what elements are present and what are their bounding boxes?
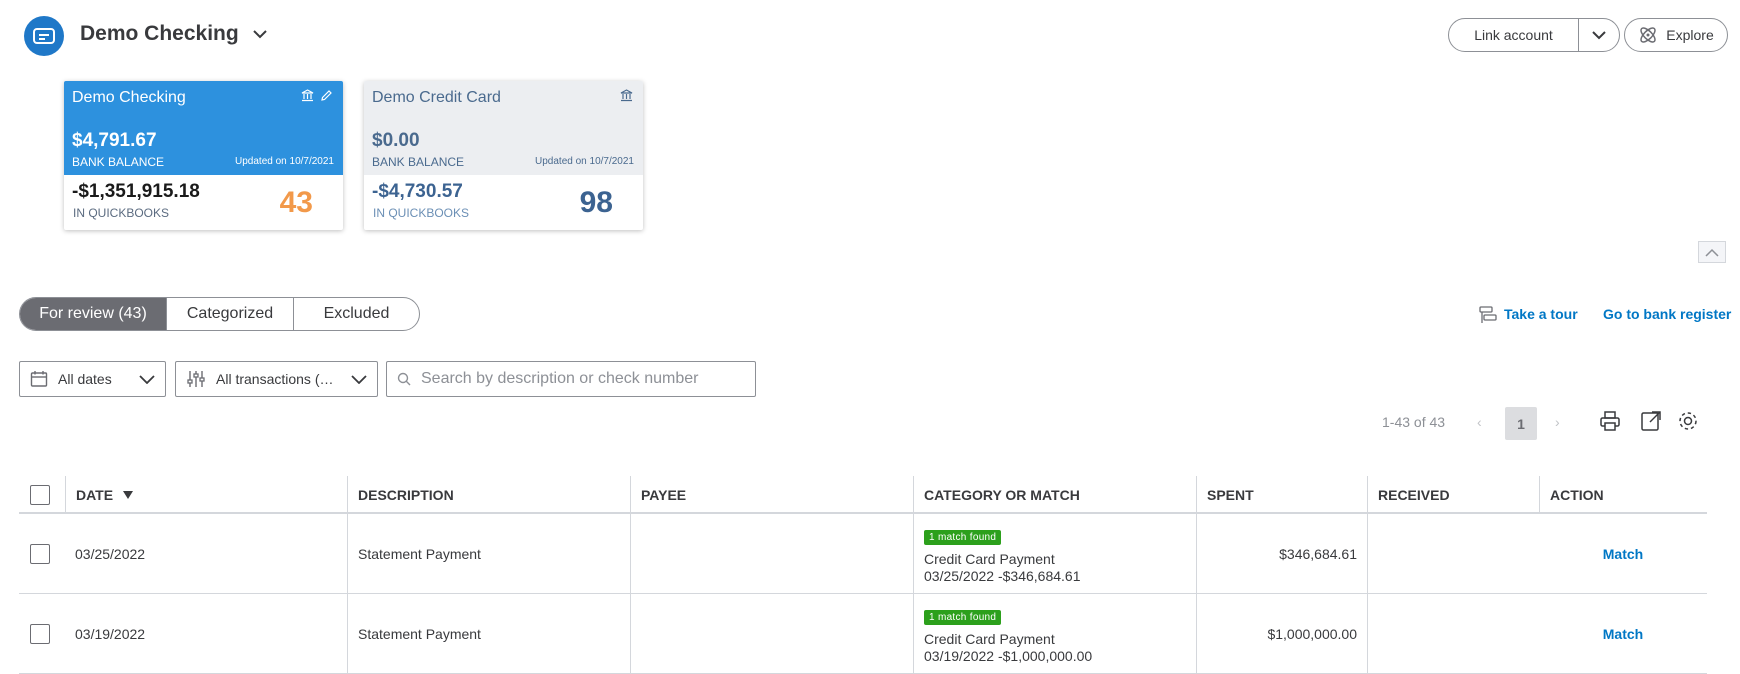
column-header-date[interactable]: DATE xyxy=(65,476,347,514)
spent-cell: $346,684.61 xyxy=(1196,514,1367,594)
date-filter[interactable]: All dates xyxy=(19,361,166,397)
select-all-cell xyxy=(19,476,65,514)
row-select-cell xyxy=(19,514,65,594)
take-a-tour-label: Take a tour xyxy=(1504,306,1578,322)
quickbooks-balance: -$4,730.57 xyxy=(372,181,463,202)
match-found-badge: 1 match found xyxy=(924,609,1002,625)
updated-date: Updated on 10/7/2021 xyxy=(535,156,634,167)
description-cell: Statement Payment xyxy=(347,514,630,594)
spent-cell: $1,000,000.00 xyxy=(1196,594,1367,674)
bank-balance: $4,791.67 xyxy=(72,130,157,151)
pencil-icon[interactable] xyxy=(320,89,333,102)
received-cell xyxy=(1367,514,1539,594)
column-header-category[interactable]: CATEGORY OR MATCH xyxy=(913,476,1196,514)
account-name: Demo Checking xyxy=(80,22,239,45)
calendar-icon xyxy=(30,370,48,388)
next-page-button[interactable]: › xyxy=(1555,414,1560,430)
column-header-received[interactable]: RECEIVED xyxy=(1367,476,1539,514)
card-header: Demo Credit Card $0.00 BANK BALANCE Upda… xyxy=(364,81,643,175)
explore-icon xyxy=(1638,25,1658,45)
review-count: 98 xyxy=(579,186,613,219)
card-account-name: Demo Credit Card xyxy=(372,89,501,106)
date-cell: 03/25/2022 xyxy=(75,546,146,562)
sliders-icon xyxy=(186,370,206,388)
description-cell: Statement Payment xyxy=(347,594,630,674)
row-checkbox[interactable] xyxy=(30,624,50,644)
received-cell xyxy=(1367,594,1539,674)
tab-excluded[interactable]: Excluded xyxy=(294,298,419,330)
export-icon[interactable] xyxy=(1640,410,1662,432)
link-account-group: Link account xyxy=(1448,18,1620,52)
take-a-tour-link[interactable]: Take a tour xyxy=(1478,304,1578,324)
bank-icon xyxy=(301,89,314,102)
match-found-badge: 1 match found xyxy=(924,529,1002,545)
transaction-filter-label: All transactions (… xyxy=(216,371,334,387)
review-count: 43 xyxy=(279,186,313,219)
tab-categorized[interactable]: Categorized xyxy=(167,298,294,330)
go-to-bank-register-link[interactable]: Go to bank register xyxy=(1603,306,1731,322)
table-row[interactable]: 03/25/2022 Statement Payment 1 match fou… xyxy=(19,514,1707,594)
account-selector[interactable]: Demo Checking xyxy=(80,22,267,46)
card-header: Demo Checking $4,791.67 BANK BALANCE Upd… xyxy=(64,81,343,175)
account-card-checking[interactable]: Demo Checking $4,791.67 BANK BALANCE Upd… xyxy=(64,81,343,230)
transactions-table: DATE DESCRIPTION PAYEE CATEGORY OR MATCH… xyxy=(19,476,1707,674)
chevron-down-icon xyxy=(252,29,267,39)
sort-down-icon xyxy=(123,491,134,499)
bank-account-icon xyxy=(24,16,64,56)
chevron-down-icon xyxy=(351,374,367,384)
print-icon[interactable] xyxy=(1599,410,1621,432)
page-number-1[interactable]: 1 xyxy=(1505,407,1537,440)
match-detail: 03/19/2022 -$1,000,000.00 xyxy=(924,647,1093,664)
match-action-button[interactable]: Match xyxy=(1539,594,1707,674)
search-input[interactable] xyxy=(421,370,741,388)
date-header-label: DATE xyxy=(76,487,114,503)
row-checkbox[interactable] xyxy=(30,544,50,564)
column-header-action: ACTION xyxy=(1539,476,1707,514)
quickbooks-balance: -$1,351,915.18 xyxy=(72,181,200,202)
quickbooks-label: IN QUICKBOOKS xyxy=(373,206,470,220)
column-header-description[interactable]: DESCRIPTION xyxy=(347,476,630,514)
match-title: Credit Card Payment xyxy=(924,550,1055,567)
bank-icon xyxy=(620,89,633,102)
category-match-cell[interactable]: 1 match found Credit Card Payment 03/19/… xyxy=(913,594,1196,674)
account-card-credit-card[interactable]: Demo Credit Card $0.00 BANK BALANCE Upda… xyxy=(364,81,643,230)
select-all-checkbox[interactable] xyxy=(30,485,50,505)
match-detail: 03/25/2022 -$346,684.61 xyxy=(924,567,1081,584)
column-header-payee[interactable]: PAYEE xyxy=(630,476,913,514)
bank-balance-label: BANK BALANCE xyxy=(372,155,465,169)
tour-icon xyxy=(1478,304,1498,324)
pagination-range: 1-43 of 43 xyxy=(1382,414,1446,430)
chevron-down-icon xyxy=(139,374,155,384)
search-icon xyxy=(397,372,411,386)
card-account-name: Demo Checking xyxy=(72,89,186,106)
transaction-filter[interactable]: All transactions (… xyxy=(175,361,378,397)
chevron-up-icon xyxy=(1705,248,1719,257)
row-select-cell xyxy=(19,594,65,674)
payee-cell[interactable] xyxy=(630,514,913,594)
chevron-down-icon xyxy=(1592,30,1606,40)
match-title: Credit Card Payment xyxy=(924,630,1055,647)
bank-balance-label: BANK BALANCE xyxy=(72,155,165,169)
gear-icon[interactable] xyxy=(1677,410,1699,432)
updated-date: Updated on 10/7/2021 xyxy=(235,156,334,167)
table-header: DATE DESCRIPTION PAYEE CATEGORY OR MATCH… xyxy=(19,476,1707,514)
explore-button[interactable]: Explore xyxy=(1624,18,1728,52)
date-filter-label: All dates xyxy=(58,371,112,387)
date-cell: 03/19/2022 xyxy=(75,626,146,642)
link-account-button[interactable]: Link account xyxy=(1449,19,1579,51)
review-tabs: For review (43) Categorized Excluded xyxy=(19,297,420,331)
tab-for-review[interactable]: For review (43) xyxy=(20,298,167,330)
link-account-dropdown[interactable] xyxy=(1579,19,1619,51)
bank-balance: $0.00 xyxy=(372,130,420,151)
quickbooks-label: IN QUICKBOOKS xyxy=(73,206,170,220)
category-match-cell[interactable]: 1 match found Credit Card Payment 03/25/… xyxy=(913,514,1196,594)
table-row[interactable]: 03/19/2022 Statement Payment 1 match fou… xyxy=(19,594,1707,674)
previous-page-button[interactable]: ‹ xyxy=(1477,414,1482,430)
column-header-spent[interactable]: SPENT xyxy=(1196,476,1367,514)
collapse-cards-button[interactable] xyxy=(1698,241,1726,263)
payee-cell[interactable] xyxy=(630,594,913,674)
match-action-button[interactable]: Match xyxy=(1539,514,1707,594)
explore-label: Explore xyxy=(1666,27,1714,43)
search-box xyxy=(386,361,756,397)
